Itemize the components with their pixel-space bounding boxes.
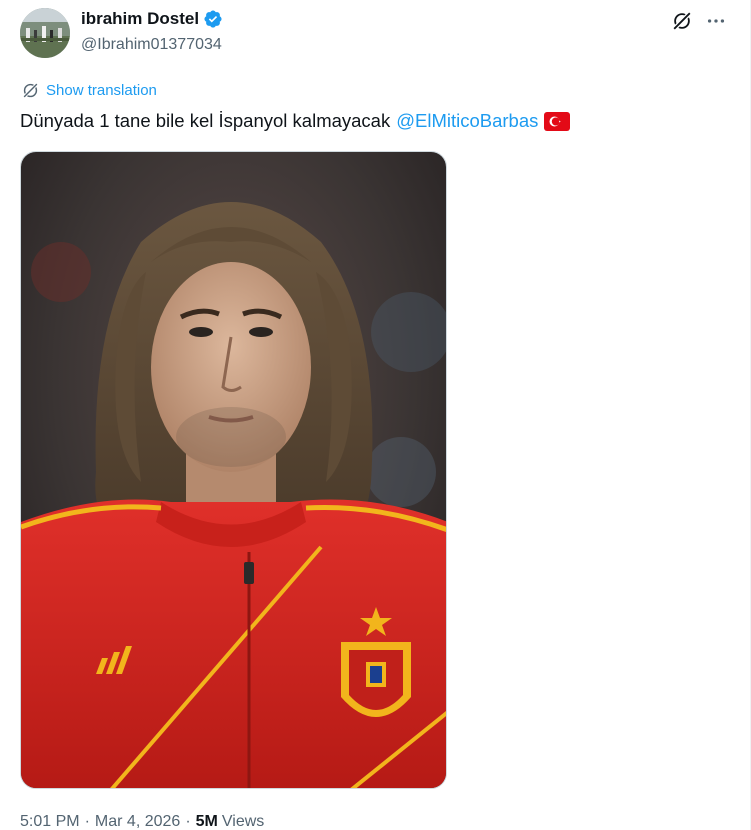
show-translation-label: Show translation: [46, 82, 157, 99]
author-handle[interactable]: @Ibrahim01377034: [81, 36, 222, 54]
views-count: 5M: [195, 813, 218, 830]
views-label: Views: [221, 813, 265, 830]
tweet-meta: 5:01 PM · Mar 4, 2026 · 5M Views: [20, 813, 264, 830]
verified-badge-icon[interactable]: [203, 9, 223, 29]
grok-icon[interactable]: [670, 9, 694, 33]
tweet-body: Dünyada 1 tane bile kel İspanyol kalmaya…: [20, 110, 391, 131]
avatar[interactable]: [20, 8, 70, 58]
photo-content: [21, 152, 446, 788]
more-icon[interactable]: [704, 9, 728, 33]
tweet-text: Dünyada 1 tane bile kel İspanyol kalmaya…: [20, 110, 571, 132]
turkey-flag-icon: [544, 111, 571, 131]
tweet-date[interactable]: Mar 4, 2026: [95, 813, 180, 830]
meta-separator: ·: [84, 813, 90, 830]
tweet-photo[interactable]: [20, 151, 447, 789]
show-translation-button[interactable]: Show translation: [21, 81, 157, 100]
meta-separator: ·: [185, 813, 191, 830]
mention-link[interactable]: @ElMiticoBarbas: [396, 110, 538, 132]
avatar-image: [20, 8, 70, 58]
tweet-time[interactable]: 5:01 PM: [20, 813, 80, 830]
author-display-name[interactable]: ibrahim Dostel: [81, 9, 199, 29]
author-name-row: ibrahim Dostel: [81, 9, 223, 29]
translate-globe-icon: [21, 81, 40, 100]
